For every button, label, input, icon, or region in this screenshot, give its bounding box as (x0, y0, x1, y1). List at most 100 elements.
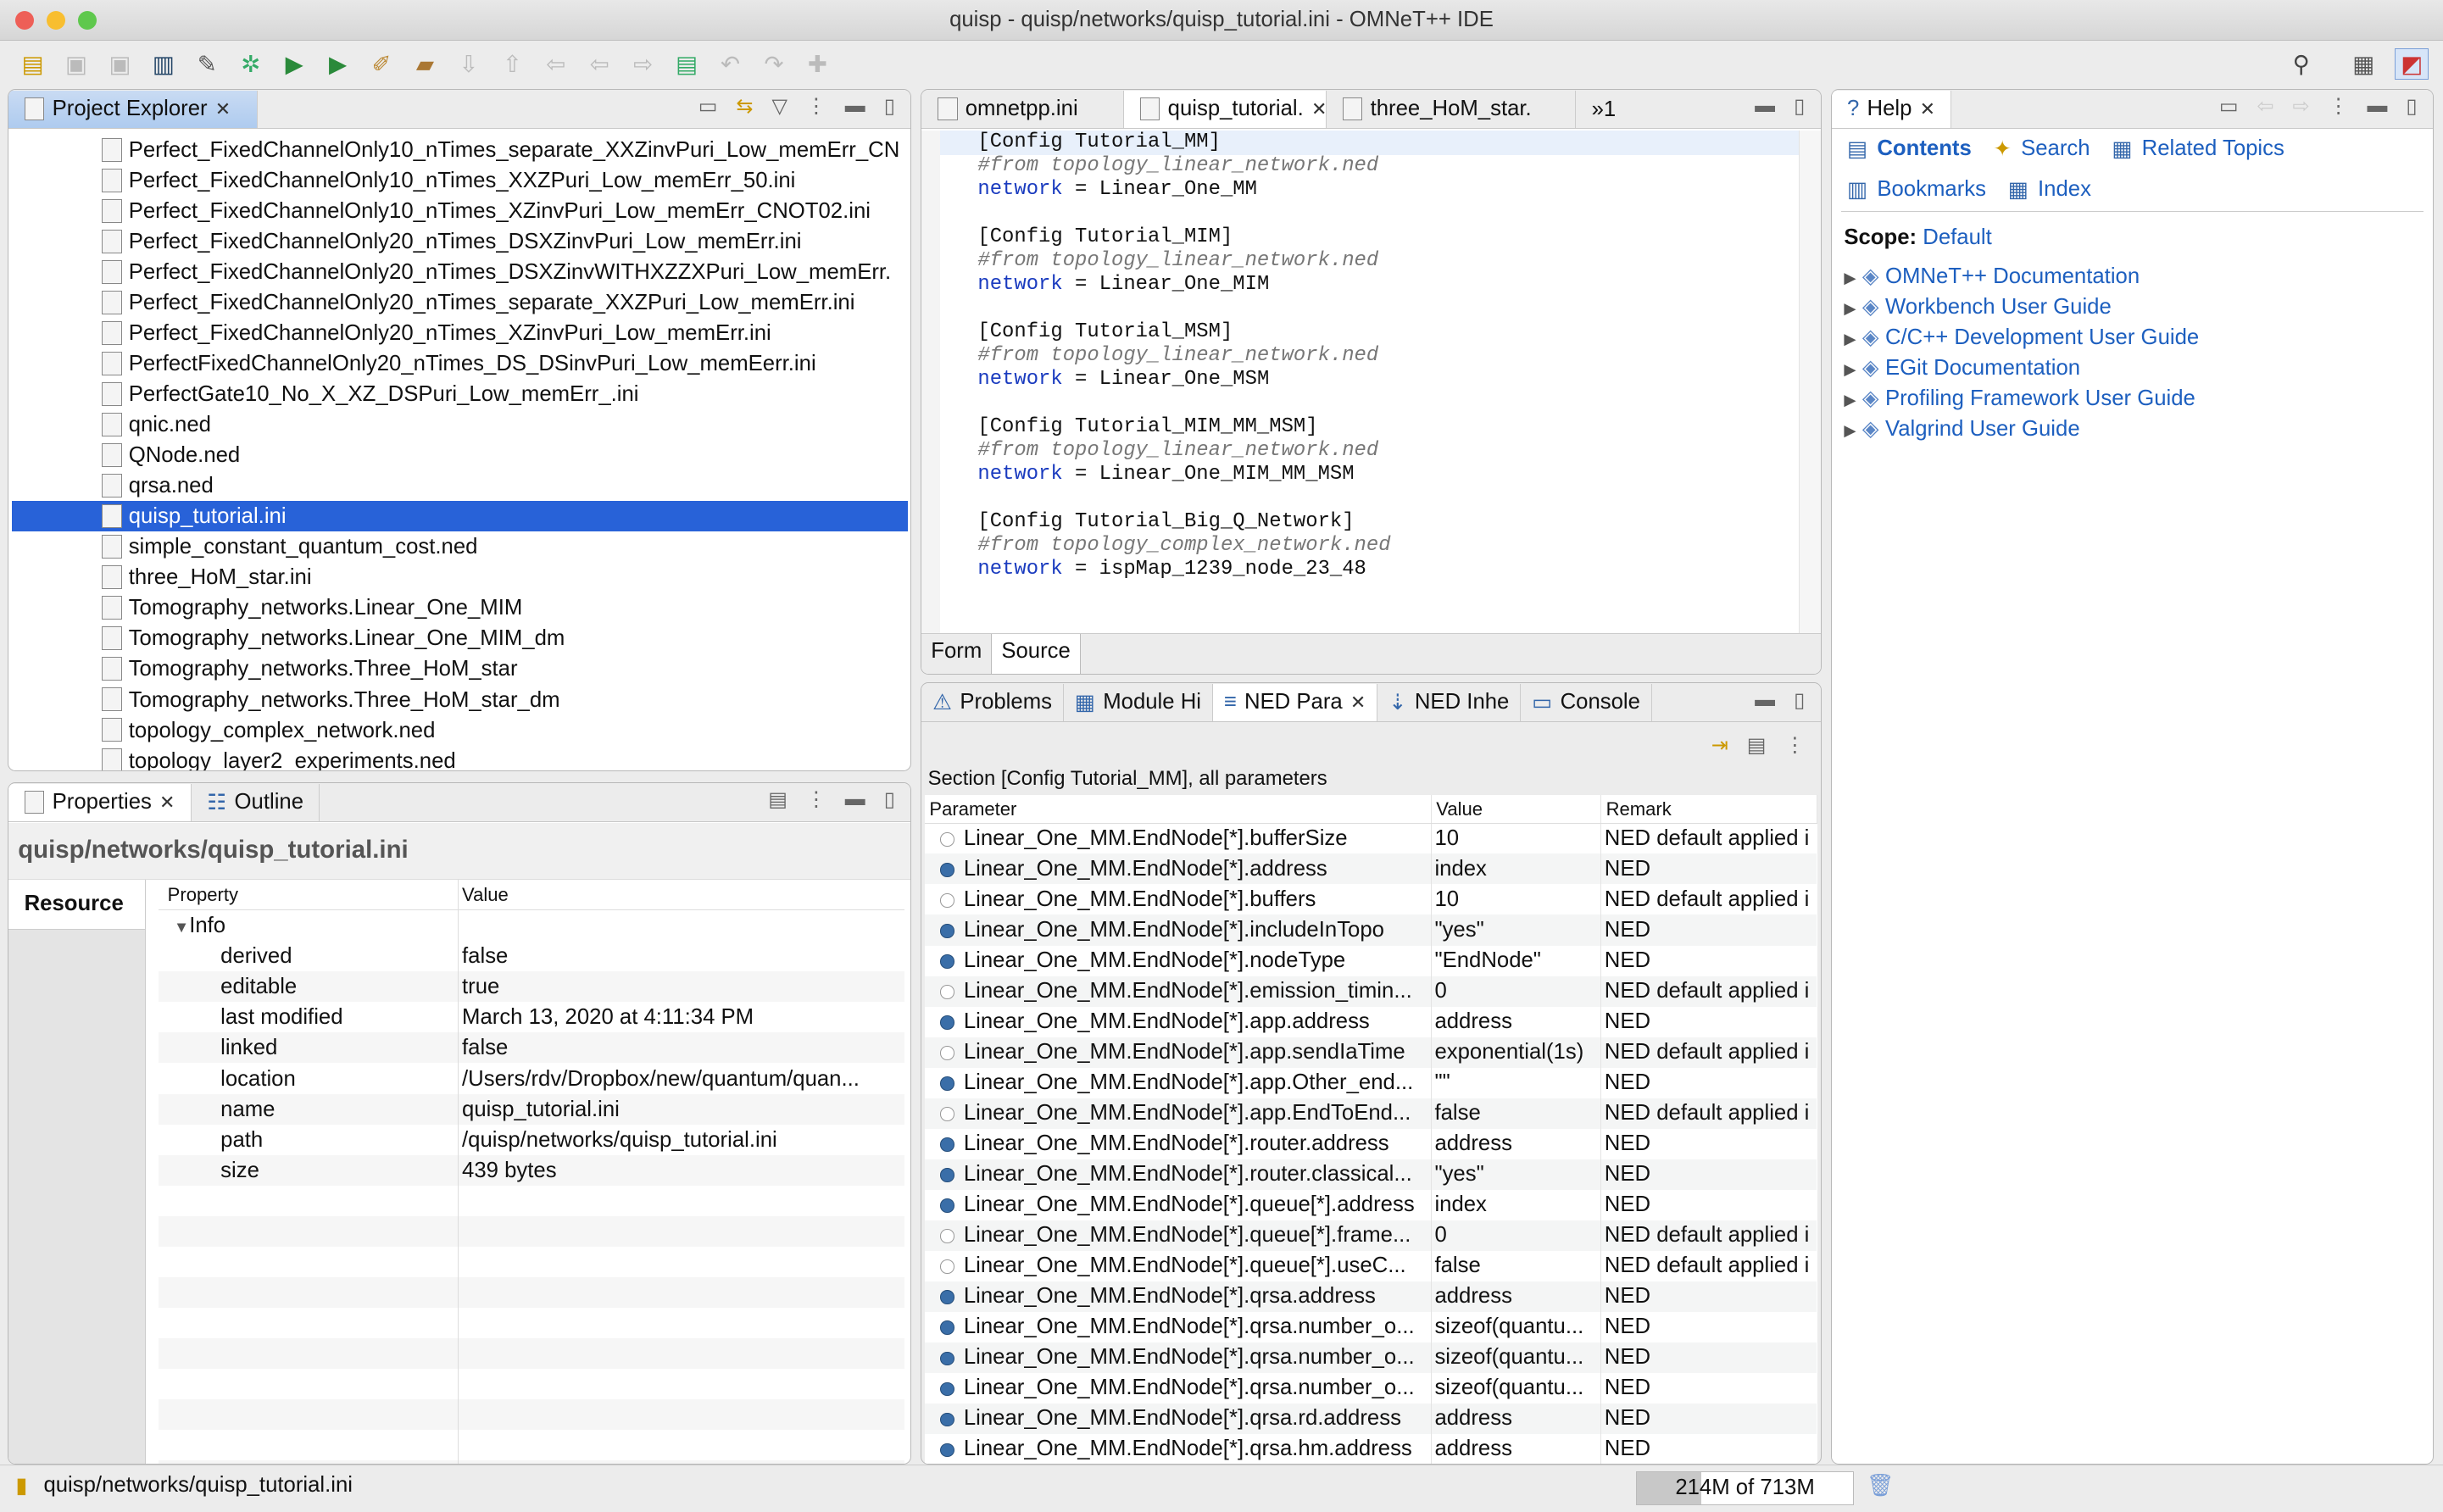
view-menu-icon[interactable]: ⋮ (806, 94, 826, 119)
table-row[interactable]: Linear_One_MM.EndNode[*].app.address addr… (924, 1006, 1817, 1037)
expand-triangle-icon[interactable]: ▶ (1844, 391, 1856, 409)
close-window-button[interactable] (15, 10, 35, 30)
tree-item[interactable]: Perfect_FixedChannelOnly10_nTimes_XXZPur… (12, 165, 908, 196)
view-menu-icon[interactable]: ⋮ (2329, 94, 2349, 119)
tree-item[interactable]: Tomography_networks.Three_HoM_star (12, 653, 908, 684)
heap-status[interactable]: 214M of 713M (1635, 1471, 1855, 1506)
table-row[interactable]: Linear_One_MM.EndNode[*].qrsa.number_o..… (924, 1342, 1817, 1373)
column-header[interactable]: Parameter (924, 795, 1432, 824)
group-info[interactable]: ▼Info (159, 910, 904, 941)
tree-item[interactable]: Perfect_FixedChannelOnly20_nTimes_XZinvP… (12, 318, 908, 348)
view-menu-icon[interactable]: ⋮ (806, 787, 826, 812)
property-row[interactable]: linked false (158, 1032, 904, 1064)
tree-item[interactable]: Tomography_networks.Linear_One_MIM_dm (12, 623, 908, 653)
minimize-window-button[interactable] (47, 10, 66, 30)
search-link[interactable]: Search (2021, 136, 2090, 161)
maximize-icon[interactable]: ▯ (884, 94, 895, 119)
tab-overflow-button[interactable]: »1 (1576, 91, 1631, 128)
garbage-collect-icon[interactable]: 🗑 (1867, 1473, 1895, 1498)
close-icon[interactable]: ✕ (159, 792, 175, 814)
table-row[interactable]: Linear_One_MM.EndNode[*].app.Other_end..… (924, 1067, 1817, 1098)
tree-item[interactable]: Tomography_networks.Linear_One_MIM (12, 592, 908, 623)
close-icon[interactable]: ✕ (1920, 98, 1935, 120)
zoom-window-button[interactable] (77, 10, 97, 30)
table-row[interactable]: Linear_One_MM.EndNode[*].nodeType "EndNod… (924, 945, 1817, 976)
tree-item[interactable]: Perfect_FixedChannelOnly20_nTimes_separa… (12, 287, 908, 318)
ini-source-text[interactable]: [Config Tutorial_MM] #from topology_linea… (977, 131, 1390, 581)
search-icon[interactable]: ⚲ (2284, 48, 2318, 80)
table-row[interactable]: Linear_One_MM.EndNode[*].includeInTopo "y… (924, 914, 1817, 946)
tab-resource[interactable]: Resource (8, 879, 145, 931)
property-row[interactable]: last modified March 13, 2020 at 4:11:34 P… (158, 1002, 904, 1033)
property-row[interactable]: name quisp_tutorial.ini (158, 1093, 904, 1125)
forward-icon[interactable]: ⇨ (626, 48, 660, 80)
bookmarks-link[interactable]: Bookmarks (1877, 177, 1986, 202)
tab-properties[interactable]: Properties ✕ (8, 783, 192, 821)
run-profile-icon[interactable]: ▶ (320, 48, 354, 80)
tab-project-explorer[interactable]: Project Explorer ✕ (8, 90, 259, 128)
tree-item[interactable]: simple_constant_quantum_cost.ned (12, 531, 908, 562)
help-book[interactable]: ▶ ◈ Workbench User Guide (1844, 292, 2199, 322)
back-icon[interactable]: ⇦ (2257, 94, 2273, 119)
tree-item[interactable]: Perfect_FixedChannelOnly10_nTimes_XZinvP… (12, 196, 908, 226)
maximize-icon[interactable]: ▯ (2406, 94, 2417, 119)
table-row[interactable]: Linear_One_MM.EndNode[*].address index NED (924, 853, 1817, 885)
expand-triangle-icon[interactable]: ▶ (1844, 299, 1856, 317)
table-row[interactable]: Linear_One_MM.EndNode[*].bufferSize 10 NED… (924, 823, 1817, 854)
tree-item[interactable]: QNode.ned (12, 440, 908, 470)
tab-editor-file[interactable]: quisp_tutorial. ✕ (1124, 90, 1327, 128)
expand-triangle-icon[interactable]: ▼ (174, 918, 189, 936)
home-icon[interactable]: ▭ (2219, 94, 2239, 119)
pin-icon[interactable]: ▤ (1747, 733, 1767, 758)
help-book-link[interactable]: Workbench User Guide (1885, 295, 2112, 319)
contents-link[interactable]: Contents (1877, 136, 1971, 161)
table-row[interactable]: Linear_One_MM.EndNode[*].router.address a… (924, 1128, 1817, 1159)
tree-item[interactable]: Tomography_networks.Three_HoM_star_dm (12, 685, 908, 715)
help-book-link[interactable]: Valgrind User Guide (1885, 417, 2080, 441)
expand-triangle-icon[interactable]: ▶ (1844, 330, 1856, 347)
minimize-icon[interactable]: ▬ (1755, 688, 1775, 713)
tab-help[interactable]: ? Help ✕ (1831, 90, 1952, 128)
tab-console[interactable]: ▭ Console (1521, 683, 1652, 721)
table-row[interactable]: Linear_One_MM.EndNode[*].queue[*].frame.… (924, 1220, 1817, 1251)
property-row[interactable]: size 439 bytes (158, 1154, 904, 1186)
property-row[interactable]: path/quisp/networks/quisp_tutorial.ini (158, 1124, 904, 1155)
table-row[interactable]: Linear_One_MM.EndNode[*].qrsa.number_o..… (924, 1311, 1817, 1342)
maximize-icon[interactable]: ▯ (1794, 688, 1805, 713)
related-topics-link[interactable]: Related Topics (2142, 136, 2284, 161)
new-window-icon[interactable]: ▤ (670, 48, 704, 80)
tree-item[interactable]: PerfectFixedChannelOnly20_nTimes_DS_DSin… (12, 348, 908, 379)
view-menu-icon[interactable]: ⋮ (1784, 733, 1805, 758)
binary-file-icon[interactable]: ▥ (147, 48, 181, 80)
tab-editor-file[interactable]: three_HoM_star. (1327, 90, 1577, 128)
add-icon[interactable]: ✚ (800, 48, 834, 80)
tree-item[interactable]: topology_complex_network.ned (12, 715, 908, 746)
close-icon[interactable]: ✕ (1350, 692, 1366, 714)
back-icon[interactable]: ⇦ (582, 48, 616, 80)
help-book[interactable]: ▶ ◈ Valgrind User Guide (1844, 414, 2199, 444)
table-row[interactable]: Linear_One_MM.EndNode[*].queue[*].addres… (924, 1189, 1817, 1220)
debug-icon[interactable]: ✲ (234, 48, 268, 80)
close-icon[interactable]: ✕ (1311, 98, 1327, 120)
tree-item[interactable]: qrsa.ned (12, 470, 908, 501)
table-row[interactable]: Linear_One_MM.EndNode[*].emission_timin.… (924, 976, 1817, 1007)
property-row[interactable]: editable true (158, 971, 904, 1003)
scope-link[interactable]: Default (1923, 225, 1992, 249)
collapse-all-icon[interactable]: ▭ (698, 94, 718, 119)
tab-form[interactable]: Form (921, 634, 993, 674)
maximize-icon[interactable]: ▯ (884, 787, 895, 812)
tab-editor-file[interactable]: omnetpp.ini (921, 90, 1125, 128)
open-perspective-icon[interactable]: ▦ (2346, 48, 2380, 80)
help-book[interactable]: ▶ ◈ C/C++ Development User Guide (1844, 322, 2199, 353)
expand-triangle-icon[interactable]: ▶ (1844, 360, 1856, 378)
table-row[interactable]: Linear_One_MM.EndNode[*].queue[*].useC..… (924, 1250, 1817, 1281)
column-header[interactable]: Value (1431, 795, 1602, 824)
table-row[interactable]: Linear_One_MM.EndNode[*].buffers 10 NED de… (924, 884, 1817, 915)
column-header[interactable]: Remark (1600, 795, 1817, 824)
tools-icon[interactable]: ✐ (365, 48, 398, 80)
minimize-icon[interactable]: ▬ (2368, 94, 2388, 119)
tab-source[interactable]: Source (992, 634, 1081, 674)
tree-item[interactable]: Perfect_FixedChannelOnly10_nTimes_separa… (12, 135, 908, 165)
flat-mode-icon[interactable]: ⇥ (1711, 733, 1728, 758)
tab-ned-inhe[interactable]: ⇣ NED Inhe (1377, 683, 1522, 721)
